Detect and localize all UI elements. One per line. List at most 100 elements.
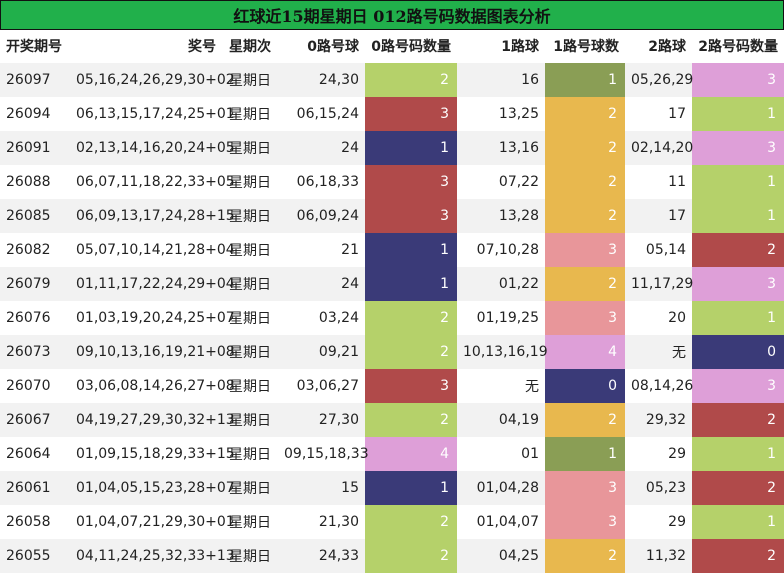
- route1-count-cell: 3: [545, 301, 625, 335]
- route0-balls-cell: 09,21: [278, 335, 365, 369]
- header-route0-balls: 0路号球: [307, 39, 359, 55]
- numbers-cell: 01,03,19,20,24,25+07: [70, 301, 235, 335]
- header-row: 开奖期号 奖号 星期次 0路号球 0路号码数量 1路球 1路号球数 2路球 2路…: [0, 29, 784, 63]
- route1-balls-cell: 04,25: [457, 539, 545, 573]
- table-row: 26082 05,07,10,14,21,28+04 星期日 21 1 07,10,28 3…: [0, 233, 784, 267]
- table-row: 26061 01,04,05,15,23,28+07 星期日 15 1 01,04,28 3…: [0, 471, 784, 505]
- numbers-cell: 03,06,08,14,26,27+08: [70, 369, 235, 403]
- issue-cell: 26088: [0, 165, 70, 199]
- issue-cell: 26079: [0, 267, 70, 301]
- issue-cell: 26094: [0, 97, 70, 131]
- table-row: 26091 02,13,14,16,20,24+05 星期日 24 1 13,16 2 02,…: [0, 131, 784, 165]
- route1-balls-cell: 10,13,16,19: [457, 335, 548, 369]
- route1-count-cell: 2: [545, 131, 625, 165]
- weekday-cell: 星期日: [222, 165, 278, 199]
- issue-cell: 26061: [0, 471, 70, 505]
- weekday-cell: 星期日: [222, 335, 278, 369]
- route0-count-cell: 2: [365, 301, 457, 335]
- route0-count-cell: 2: [365, 539, 457, 573]
- route1-count-cell: 3: [545, 233, 625, 267]
- weekday-cell: 星期日: [222, 437, 278, 471]
- weekday-cell: 星期日: [222, 539, 278, 573]
- route0-balls-cell: 21,30: [278, 505, 365, 539]
- route0-count-cell: 3: [365, 97, 457, 131]
- weekday-cell: 星期日: [222, 403, 278, 437]
- route1-balls-cell: 01,04,07: [457, 505, 545, 539]
- route0-count-cell: 3: [365, 369, 457, 403]
- numbers-cell: 01,09,15,18,29,33+15: [70, 437, 235, 471]
- route1-balls-cell: 04,19: [457, 403, 545, 437]
- issue-cell: 26058: [0, 505, 70, 539]
- numbers-cell: 02,13,14,16,20,24+05: [70, 131, 235, 165]
- header-numbers: 奖号: [188, 39, 216, 55]
- table-row: 26070 03,06,08,14,26,27+08 星期日 03,06,27 3 无 0 0…: [0, 369, 784, 403]
- route0-balls-cell: 09,15,18,33: [278, 437, 369, 471]
- route2-balls-cell: 11,17,29: [625, 267, 693, 301]
- issue-cell: 26082: [0, 233, 70, 267]
- route2-count-cell: 2: [692, 539, 784, 573]
- route1-balls-cell: 13,16: [457, 131, 545, 165]
- route0-balls-cell: 24: [278, 267, 365, 301]
- route2-balls-cell: 17: [625, 97, 692, 131]
- route0-count-cell: 2: [365, 505, 457, 539]
- numbers-cell: 09,10,13,16,19,21+08: [70, 335, 235, 369]
- route2-balls-cell: 20: [625, 301, 692, 335]
- route0-count-cell: 3: [365, 165, 457, 199]
- route2-balls-cell: 02,14,20: [625, 131, 693, 165]
- header-route0-count: 0路号码数量: [371, 39, 451, 55]
- weekday-cell: 星期日: [222, 97, 278, 131]
- route2-balls-cell: 17: [625, 199, 692, 233]
- route0-count-cell: 1: [365, 131, 457, 165]
- route0-count-cell: 1: [365, 471, 457, 505]
- table-row: 26058 01,04,07,21,29,30+01 星期日 21,30 2 01,04,…: [0, 505, 784, 539]
- table-row: 26088 06,07,11,18,22,33+05 星期日 06,18,33 3 07,…: [0, 165, 784, 199]
- numbers-cell: 06,09,13,17,24,28+15: [70, 199, 235, 233]
- route1-count-cell: 2: [545, 267, 625, 301]
- table-row: 26076 01,03,19,20,24,25+07 星期日 03,24 2 01,19,…: [0, 301, 784, 335]
- issue-cell: 26067: [0, 403, 70, 437]
- issue-cell: 26076: [0, 301, 70, 335]
- route0-balls-cell: 21: [278, 233, 365, 267]
- table-row: 26067 04,19,27,29,30,32+13 星期日 27,30 2 04,19 2…: [0, 403, 784, 437]
- route0-count-cell: 2: [365, 335, 457, 369]
- weekday-cell: 星期日: [222, 233, 278, 267]
- route0-balls-cell: 03,06,27: [278, 369, 365, 403]
- route2-balls-cell: 29,32: [625, 403, 692, 437]
- header-route1-count: 1路号球数: [553, 39, 619, 55]
- table-row: 26064 01,09,15,18,29,33+15 星期日 09,15,18,33 4…: [0, 437, 784, 471]
- numbers-cell: 01,11,17,22,24,29+04: [70, 267, 235, 301]
- route2-count-cell: 1: [692, 301, 784, 335]
- route1-balls-cell: 07,10,28: [457, 233, 545, 267]
- route2-balls-cell: 无: [625, 335, 692, 369]
- table-row: 26055 04,11,24,25,32,33+13 星期日 24,33 2 04,25 2…: [0, 539, 784, 573]
- header-weekday: 星期次: [229, 39, 271, 55]
- route0-count-cell: 2: [365, 403, 457, 437]
- issue-cell: 26085: [0, 199, 70, 233]
- route0-balls-cell: 24,30: [278, 63, 365, 97]
- header-route1-balls: 1路球: [501, 39, 539, 55]
- table-row: 26079 01,11,17,22,24,29+04 星期日 24 1 01,22 2 11,…: [0, 267, 784, 301]
- route2-balls-cell: 08,14,26: [625, 369, 693, 403]
- route1-count-cell: 2: [545, 539, 625, 573]
- route2-count-cell: 3: [692, 131, 784, 165]
- route2-count-cell: 2: [692, 233, 784, 267]
- route2-count-cell: 3: [692, 63, 784, 97]
- issue-cell: 26055: [0, 539, 70, 573]
- table-row: 26097 05,16,24,26,29,30+02 星期日 24,30 2 16 1 05,…: [0, 63, 784, 97]
- issue-cell: 26070: [0, 369, 70, 403]
- route2-count-cell: 1: [692, 505, 784, 539]
- weekday-cell: 星期日: [222, 131, 278, 165]
- table-row: 26073 09,10,13,16,19,21+08 星期日 09,21 2 10,13,…: [0, 335, 784, 369]
- numbers-cell: 04,19,27,29,30,32+13: [70, 403, 235, 437]
- route1-balls-cell: 01,19,25: [457, 301, 545, 335]
- route1-balls-cell: 无: [457, 369, 545, 403]
- route0-count-cell: 1: [365, 267, 457, 301]
- numbers-cell: 06,07,11,18,22,33+05: [70, 165, 235, 199]
- route2-balls-cell: 11: [625, 165, 692, 199]
- route0-balls-cell: 15: [278, 471, 365, 505]
- weekday-cell: 星期日: [222, 267, 278, 301]
- route2-balls-cell: 29: [625, 505, 692, 539]
- route0-balls-cell: 03,24: [278, 301, 365, 335]
- weekday-cell: 星期日: [222, 369, 278, 403]
- numbers-cell: 01,04,07,21,29,30+01: [70, 505, 235, 539]
